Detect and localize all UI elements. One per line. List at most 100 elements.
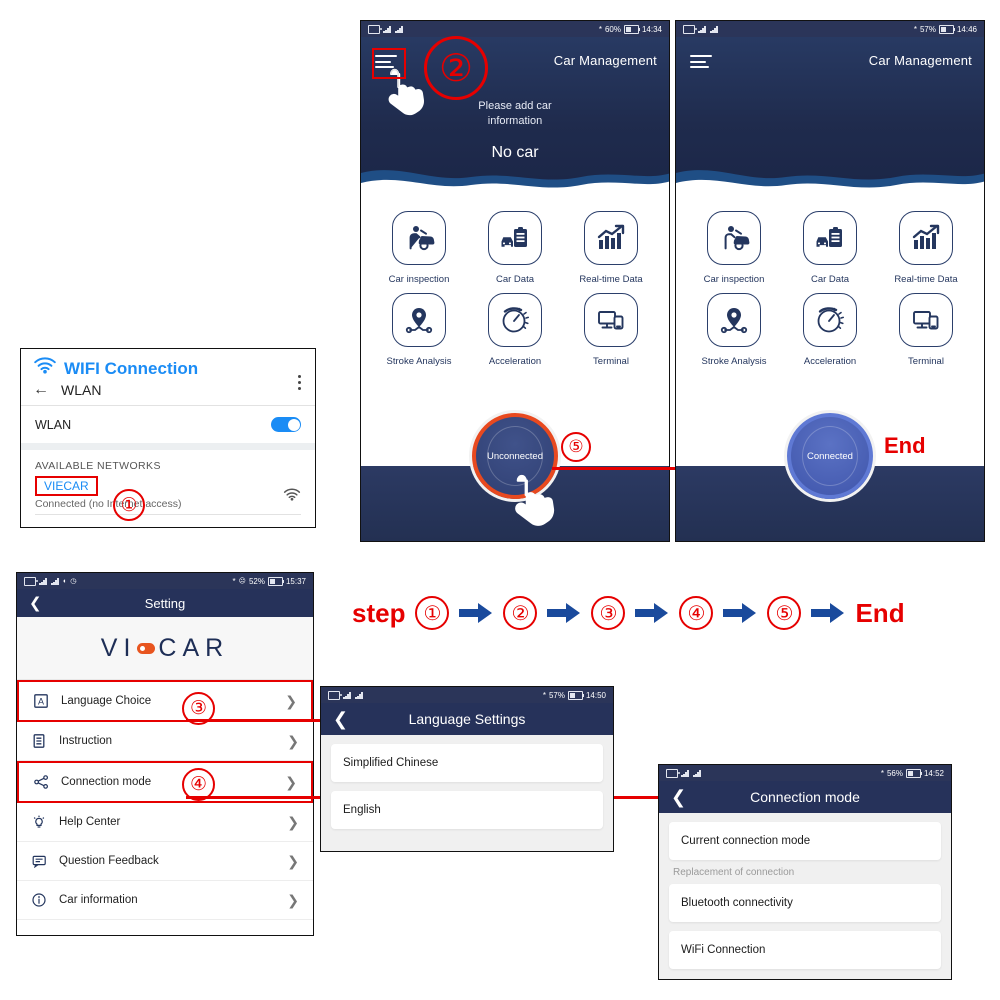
step-flow-item-3: ③ bbox=[591, 596, 626, 630]
tile-label: Terminal bbox=[908, 356, 944, 367]
section-divider bbox=[21, 443, 315, 450]
current-connection-mode-item[interactable]: Current connection mode bbox=[669, 822, 941, 860]
connect-status-label: Connected bbox=[807, 450, 853, 462]
tile-terminal[interactable]: Terminal bbox=[878, 293, 974, 367]
setting-row-label: Car information bbox=[59, 894, 138, 906]
wlan-toggle-switch[interactable] bbox=[271, 417, 301, 432]
tile-stroke-analysis[interactable]: Stroke Analysis bbox=[371, 293, 467, 367]
battery-icon bbox=[623, 24, 641, 34]
battery-percent: 60% bbox=[604, 24, 621, 34]
tile-realtime-data[interactable]: Real-time Data bbox=[563, 211, 659, 285]
back-chevron-icon[interactable]: ❮ bbox=[333, 710, 348, 728]
signal-icon-1 bbox=[681, 769, 690, 777]
setting-row-car-information[interactable]: Car information ❯ bbox=[17, 881, 313, 920]
tile-car-inspection[interactable]: Car inspection bbox=[371, 211, 467, 285]
wifi-panel-title: WIFI Connection bbox=[33, 357, 303, 380]
realtime-chart-icon bbox=[899, 211, 953, 265]
kebab-menu-icon[interactable] bbox=[298, 375, 301, 393]
signal-icon-1 bbox=[39, 577, 48, 585]
setting-phone-panel: ◐ ◷ * ☹ 52% 15:37 ❮ Setting VI CAR A Lan… bbox=[16, 572, 314, 936]
status-left-icons bbox=[328, 690, 364, 700]
battery-percent: 52% bbox=[248, 576, 265, 586]
wifi-icon: ◐ bbox=[63, 577, 68, 585]
wlan-toggle-row[interactable]: WLAN bbox=[21, 406, 315, 443]
network-ssid[interactable]: VIECAR bbox=[35, 476, 98, 496]
status-right-icons: * 56% 14:52 bbox=[880, 768, 944, 778]
battery-icon bbox=[905, 768, 923, 778]
page-title: Car Management bbox=[868, 53, 972, 68]
signal-icon-1 bbox=[383, 25, 392, 33]
divider bbox=[35, 514, 301, 515]
setting-row-help-center[interactable]: Help Center ❯ bbox=[17, 803, 313, 842]
share-nodes-icon bbox=[31, 775, 51, 789]
alarm-icon: ◷ bbox=[70, 578, 77, 585]
chevron-right-icon: ❯ bbox=[285, 773, 297, 790]
hero-header: Car Management bbox=[676, 37, 984, 195]
language-option-english[interactable]: English bbox=[331, 791, 603, 829]
step-flow: step ① ② ③ ④ ⑤ End bbox=[352, 596, 905, 630]
tile-car-inspection[interactable]: Car inspection bbox=[686, 211, 782, 285]
tile-terminal[interactable]: Terminal bbox=[563, 293, 659, 367]
car-inspection-icon bbox=[707, 211, 761, 265]
signal-icon-2 bbox=[51, 577, 60, 585]
camera-icon bbox=[24, 576, 38, 586]
page-title: Language Settings bbox=[408, 711, 526, 727]
language-option-simplified-chinese[interactable]: Simplified Chinese bbox=[331, 744, 603, 782]
hamburger-menu-icon[interactable] bbox=[690, 55, 712, 71]
back-chevron-icon[interactable]: ❮ bbox=[29, 596, 42, 611]
step-badge-2: ② bbox=[424, 36, 488, 100]
back-arrow-icon[interactable]: ← bbox=[33, 381, 49, 399]
wifi-panel-title-text: WIFI Connection bbox=[64, 358, 199, 378]
connection-option-bluetooth[interactable]: Bluetooth connectivity bbox=[669, 884, 941, 922]
status-right-icons: * 60% 14:34 bbox=[599, 24, 662, 34]
chevron-right-icon: ❯ bbox=[285, 692, 297, 709]
back-chevron-icon[interactable]: ❮ bbox=[671, 788, 686, 806]
camera-icon bbox=[328, 690, 342, 700]
chevron-right-icon: ❯ bbox=[287, 813, 299, 830]
bluetooth-icon: * bbox=[880, 768, 884, 778]
battery-percent: 56% bbox=[886, 768, 903, 778]
svg-text:A: A bbox=[38, 696, 44, 706]
setting-row-label: Connection mode bbox=[61, 776, 152, 788]
setting-row-label: Question Feedback bbox=[59, 855, 159, 867]
replacement-section-caption: Replacement of connection bbox=[673, 867, 795, 878]
tile-realtime-data[interactable]: Real-time Data bbox=[878, 211, 974, 285]
wlan-nav-row: ← WLAN bbox=[33, 381, 303, 399]
tile-stroke-analysis[interactable]: Stroke Analysis bbox=[686, 293, 782, 367]
bluetooth-icon: * bbox=[232, 576, 236, 586]
connection-option-wifi[interactable]: WiFi Connection bbox=[669, 931, 941, 969]
wave-decoration bbox=[676, 170, 984, 195]
setting-row-question-feedback[interactable]: Question Feedback ❯ bbox=[17, 842, 313, 881]
wave-decoration bbox=[361, 170, 669, 195]
tile-car-data[interactable]: Car Data bbox=[782, 211, 878, 285]
hamburger-highlight-box bbox=[372, 48, 406, 79]
feature-grid: Car inspection Car Data Real-time Data S… bbox=[676, 195, 984, 371]
step-flow-item-2: ② bbox=[503, 596, 538, 630]
tile-label: Stroke Analysis bbox=[701, 356, 767, 367]
step-badge-5: ⑤ bbox=[561, 432, 591, 462]
feedback-bubble-icon bbox=[29, 854, 49, 868]
no-car-label: No car bbox=[491, 144, 539, 161]
chevron-right-icon: ❯ bbox=[287, 732, 299, 749]
bluetooth-icon: * bbox=[913, 24, 917, 34]
signal-icon-1 bbox=[343, 691, 352, 699]
location-pin-icon bbox=[707, 293, 761, 347]
tile-label: Terminal bbox=[593, 356, 629, 367]
connect-status-label: Unconnected bbox=[487, 450, 543, 462]
language-settings-panel: * 57% 14:50 ❮ Language Settings Simplifi… bbox=[320, 686, 614, 852]
status-right-icons: * 57% 14:46 bbox=[913, 24, 977, 34]
right-arrow-icon bbox=[635, 602, 669, 624]
setting-row-instruction[interactable]: Instruction ❯ bbox=[17, 722, 313, 761]
tile-acceleration[interactable]: Acceleration bbox=[782, 293, 878, 367]
tile-label: Stroke Analysis bbox=[386, 356, 452, 367]
setting-row-language-choice[interactable]: A Language Choice ❯ bbox=[17, 680, 313, 722]
nav-bar: ❮ Language Settings bbox=[321, 703, 613, 735]
signal-icon-2 bbox=[355, 691, 364, 699]
connect-status-button[interactable]: Connected bbox=[787, 413, 873, 499]
network-row-viecar[interactable]: VIECAR Connected (no Internet access) bbox=[21, 474, 315, 521]
camera-icon bbox=[368, 24, 382, 34]
car-inspection-icon bbox=[392, 211, 446, 265]
tile-acceleration[interactable]: Acceleration bbox=[467, 293, 563, 367]
tile-car-data[interactable]: Car Data bbox=[467, 211, 563, 285]
wifi-signal-icon bbox=[283, 488, 301, 507]
